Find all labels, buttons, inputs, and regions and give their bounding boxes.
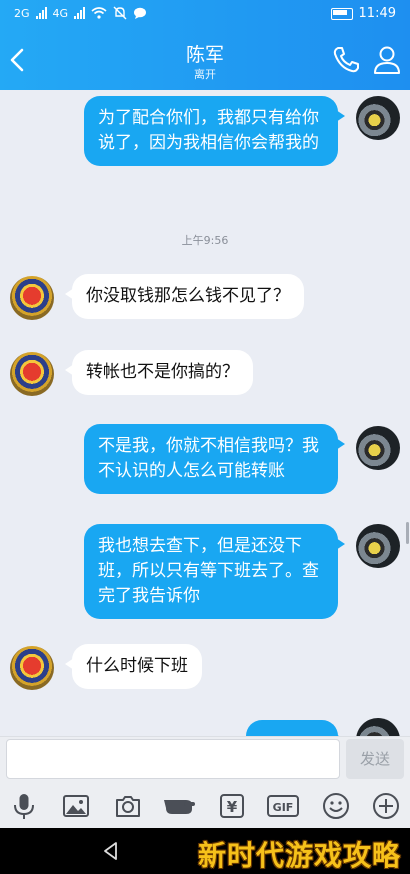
message-timestamp: 上午9:56 bbox=[181, 234, 229, 247]
emoji-icon[interactable] bbox=[322, 792, 350, 820]
gif-text: GIF bbox=[273, 801, 294, 814]
my-avatar[interactable] bbox=[356, 718, 400, 736]
watermark: 新时代游戏攻略 bbox=[198, 839, 402, 872]
network-label-1: 2G bbox=[14, 6, 30, 20]
my-avatar[interactable] bbox=[356, 96, 400, 140]
transfer-icon[interactable]: ¥ bbox=[218, 792, 246, 820]
mic-icon[interactable] bbox=[10, 792, 38, 820]
message-bubble-incoming[interactable]: 什么时候下班 bbox=[65, 644, 202, 689]
contact-avatar[interactable] bbox=[10, 646, 54, 690]
message-bubble-outgoing[interactable]: 为了配合你们，我都只有给你说了，因为我相信你会帮我的 bbox=[84, 96, 345, 166]
hongbao-icon[interactable] bbox=[162, 792, 198, 820]
message-input[interactable] bbox=[6, 739, 340, 779]
chat-header: 陈军 离开 bbox=[0, 30, 410, 90]
message-bubble-incoming[interactable]: 你没取钱那怎么钱不见了？ bbox=[65, 274, 304, 319]
input-bar: 发送 bbox=[0, 736, 410, 783]
contact-avatar[interactable] bbox=[10, 352, 54, 396]
contact-info-icon[interactable] bbox=[372, 44, 402, 76]
scrollbar-thumb[interactable] bbox=[406, 522, 409, 544]
send-button[interactable]: 发送 bbox=[346, 739, 404, 779]
gif-icon[interactable]: GIF bbox=[266, 792, 300, 820]
message-bubble-outgoing-partial[interactable] bbox=[246, 720, 345, 736]
image-icon[interactable] bbox=[62, 792, 90, 820]
chat-area[interactable]: 为了配合你们，我都只有给你说了，因为我相信你会帮我的 上午9:56 你没取钱那怎… bbox=[0, 90, 410, 736]
signal-icon-1 bbox=[35, 7, 47, 19]
camera-icon[interactable] bbox=[114, 792, 142, 820]
message-bubble-outgoing[interactable]: 我也想去查下，但是还没下班，所以只有等下班去了。查完了我告诉你 bbox=[84, 524, 345, 619]
network-label-2: 4G bbox=[52, 6, 69, 20]
mute-icon bbox=[113, 6, 127, 20]
top-bar: 2G 4G 11:49 陈军 离开 bbox=[0, 0, 410, 90]
message-bubble-outgoing[interactable]: 不是我，你就不相信我吗？我不认识的人怎么可能转账 bbox=[84, 424, 345, 494]
transfer-symbol: ¥ bbox=[227, 798, 238, 816]
plus-icon[interactable] bbox=[372, 792, 400, 820]
battery-icon bbox=[330, 7, 353, 20]
message-bubble-incoming[interactable]: 转帐也不是你搞的？ bbox=[65, 350, 253, 395]
input-toolbar: ¥ GIF bbox=[0, 782, 410, 828]
my-avatar[interactable] bbox=[356, 524, 400, 568]
my-avatar[interactable] bbox=[356, 426, 400, 470]
nav-back-icon[interactable] bbox=[100, 840, 122, 862]
phone-icon[interactable] bbox=[330, 44, 362, 76]
status-right: 11:49 bbox=[330, 6, 396, 21]
wifi-icon bbox=[91, 7, 107, 19]
signal-icon-2 bbox=[74, 7, 86, 19]
status-left: 2G 4G bbox=[14, 6, 147, 20]
message-icon bbox=[134, 7, 147, 19]
status-bar: 2G 4G 11:49 bbox=[0, 0, 410, 30]
status-time: 11:49 bbox=[358, 6, 396, 21]
contact-avatar[interactable] bbox=[10, 276, 54, 320]
